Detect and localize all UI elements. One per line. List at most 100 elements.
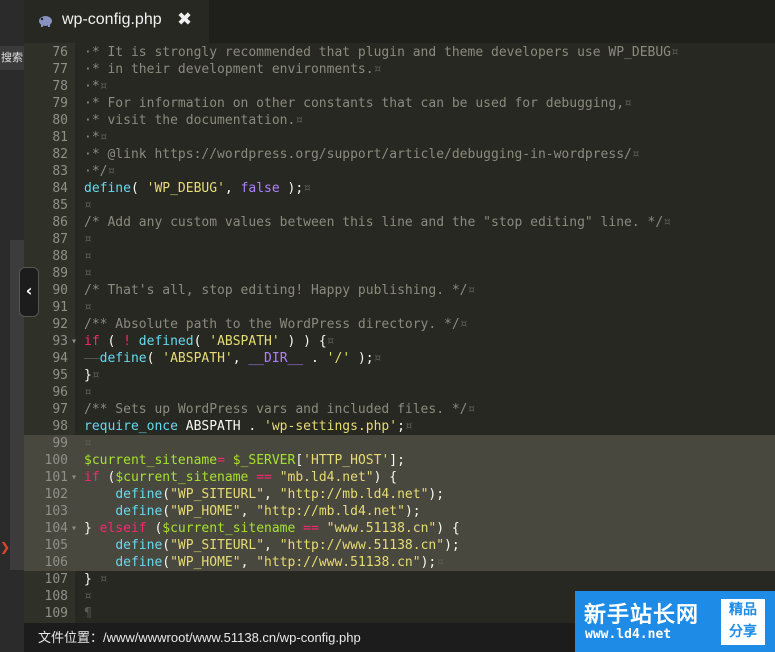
code-token: "WP_SITEURL" xyxy=(170,487,265,502)
code-token: "http://www.51138.cn" xyxy=(279,538,445,553)
code-token: ( xyxy=(146,351,163,366)
code-token: $current_sitename xyxy=(115,470,249,485)
code-token: ( xyxy=(99,334,124,349)
code-token: ¤ xyxy=(99,130,108,145)
code-token: ·* @link https://wordpress.org/support/a… xyxy=(84,147,632,162)
code-line[interactable]: 78 ·*¤ xyxy=(24,78,775,95)
collapse-panel-button[interactable]: ‹ xyxy=(19,267,39,317)
code-line[interactable]: 107} ¤ xyxy=(24,571,775,588)
code-token: } xyxy=(84,368,92,383)
code-line[interactable]: 98 require_once ABSPATH . 'wp-settings.ph… xyxy=(24,418,775,435)
code-line[interactable]: 95}¤ xyxy=(24,367,775,384)
watermark-badge: 精品 分享 xyxy=(721,599,765,645)
code-line[interactable]: 87 ¤ xyxy=(24,231,775,248)
line-number: 78 xyxy=(52,79,68,94)
code-token: ¤ xyxy=(404,419,413,434)
code-line[interactable]: 96 ¤ xyxy=(24,384,775,401)
code-line[interactable]: 90/* That's all, stop editing! Happy pub… xyxy=(24,282,775,299)
code-token: } xyxy=(84,572,92,587)
code-editor[interactable]: 76 ·* It is strongly recommended that plu… xyxy=(24,44,775,623)
code-text: ¶ xyxy=(84,605,92,622)
code-line[interactable]: 106 define("WP_HOME", "http://www.51138.… xyxy=(24,554,775,571)
code-line[interactable]: 94 ——define( 'ABSPATH', __DIR__ . '/' );¤ xyxy=(24,350,775,367)
close-icon[interactable]: ✖ xyxy=(177,9,192,30)
code-line[interactable]: 93 ▾ if ( ! defined( 'ABSPATH' ) ) {¤ xyxy=(24,333,775,350)
code-text: ·*¤ xyxy=(84,129,107,146)
code-token: ¤ xyxy=(84,589,92,604)
line-number: 95 xyxy=(52,368,68,383)
code-token: ); xyxy=(404,504,421,519)
code-line[interactable]: 101 ▾ if ($current_sitename == "mb.ld4.net… xyxy=(24,469,775,486)
code-line[interactable]: 80 ·* visit the documentation.¤ xyxy=(24,112,775,129)
line-number: 86 xyxy=(52,215,68,230)
code-token: == xyxy=(256,470,272,485)
code-token: ¶ xyxy=(84,606,92,621)
code-line[interactable]: 81 ·*¤ xyxy=(24,129,775,146)
code-token: ( xyxy=(162,487,171,502)
code-text: $current_sitename= $_SERVER['HTTP_HOST']… xyxy=(84,452,405,469)
code-token: ¤ xyxy=(373,351,382,366)
chevron-left-icon: ‹ xyxy=(25,281,33,300)
code-line[interactable]: 99 ¤ xyxy=(24,435,775,452)
code-token: ); xyxy=(444,538,460,553)
code-text: ·*¤ xyxy=(84,78,107,95)
code-line[interactable]: 79 ·* For information on other constants … xyxy=(24,95,775,112)
code-token: ¤ xyxy=(624,96,632,111)
line-number: 106 xyxy=(44,555,68,570)
code-token: , xyxy=(224,181,241,196)
code-token: ( xyxy=(162,538,171,553)
code-token: ¤ xyxy=(84,249,92,264)
code-token: require_once xyxy=(84,419,178,434)
code-token: , xyxy=(264,538,280,553)
code-text: ¤ xyxy=(84,588,92,605)
code-line[interactable]: 97 /** Sets up WordPress vars and include… xyxy=(24,401,775,418)
watermark-logo: 新手站长网 www.ld4.net 精品 分享 xyxy=(575,591,775,652)
code-token: ·* visit the documentation. xyxy=(84,113,296,128)
tab-wp-config[interactable]: wp-config.php ✖ xyxy=(24,0,209,45)
code-line[interactable]: 102 define("WP_SITEURL", "http://mb.ld4.… xyxy=(24,486,775,503)
code-text: ¤ xyxy=(84,197,92,214)
code-token: , xyxy=(240,504,257,519)
code-line[interactable]: 91 ¤ xyxy=(24,299,775,316)
code-token: ¤ xyxy=(84,385,92,400)
code-token: [ xyxy=(295,453,304,468)
code-token: ·* For information on other constants th… xyxy=(84,96,625,111)
line-number: 97 xyxy=(52,402,68,417)
code-line[interactable]: 82 ·* @link https://wordpress.org/support… xyxy=(24,146,775,163)
code-line[interactable]: 89 ¤ xyxy=(24,265,775,282)
code-token: define xyxy=(115,555,163,570)
code-line[interactable]: 77 ·* in their development environments.¤ xyxy=(24,61,775,78)
code-token: "mb.ld4.net" xyxy=(279,470,374,485)
code-line[interactable]: 104 ▾} elseif ($current_sitename == "www.… xyxy=(24,520,775,537)
code-line[interactable]: 88 ¤ xyxy=(24,248,775,265)
code-line[interactable]: 83 ·*/¤ xyxy=(24,163,775,180)
line-number: 105 xyxy=(44,538,68,553)
code-text: define("WP_HOME", "http://www.51138.cn")… xyxy=(84,554,444,571)
code-token: ) ) { xyxy=(279,334,327,349)
fold-toggle-icon[interactable]: ▾ xyxy=(71,520,77,537)
search-tab[interactable]: 搜索 xyxy=(0,46,24,70)
code-token: ( xyxy=(193,334,210,349)
code-line[interactable]: 85 ¤ xyxy=(24,197,775,214)
code-line[interactable]: 84 define( 'WP_DEBUG', false );¤ xyxy=(24,180,775,197)
file-path: 文件位置：/www/wwwroot/www.51138.cn/wp-config… xyxy=(38,630,361,645)
code-line[interactable]: 105 define("WP_SITEURL", "http://www.511… xyxy=(24,537,775,554)
code-line[interactable]: 76 ·* It is strongly recommended that plu… xyxy=(24,44,775,61)
line-number: 76 xyxy=(52,45,68,60)
code-token: $_SERVER xyxy=(232,453,296,468)
line-number: 93 xyxy=(52,334,68,349)
code-line[interactable]: 100 $current_sitename= $_SERVER['HTTP_HOS… xyxy=(24,452,775,469)
code-line[interactable]: 86 /* Add any custom values between this … xyxy=(24,214,775,231)
php-elephant-icon xyxy=(39,16,52,27)
code-line[interactable]: 103 define("WP_HOME", "http://mb.ld4.net… xyxy=(24,503,775,520)
fold-toggle-icon[interactable]: ▾ xyxy=(71,469,77,486)
fold-toggle-icon[interactable]: ▾ xyxy=(71,333,77,350)
code-line[interactable]: 92 /** Absolute path to the WordPress dir… xyxy=(24,316,775,333)
code-token: ); xyxy=(350,351,374,366)
